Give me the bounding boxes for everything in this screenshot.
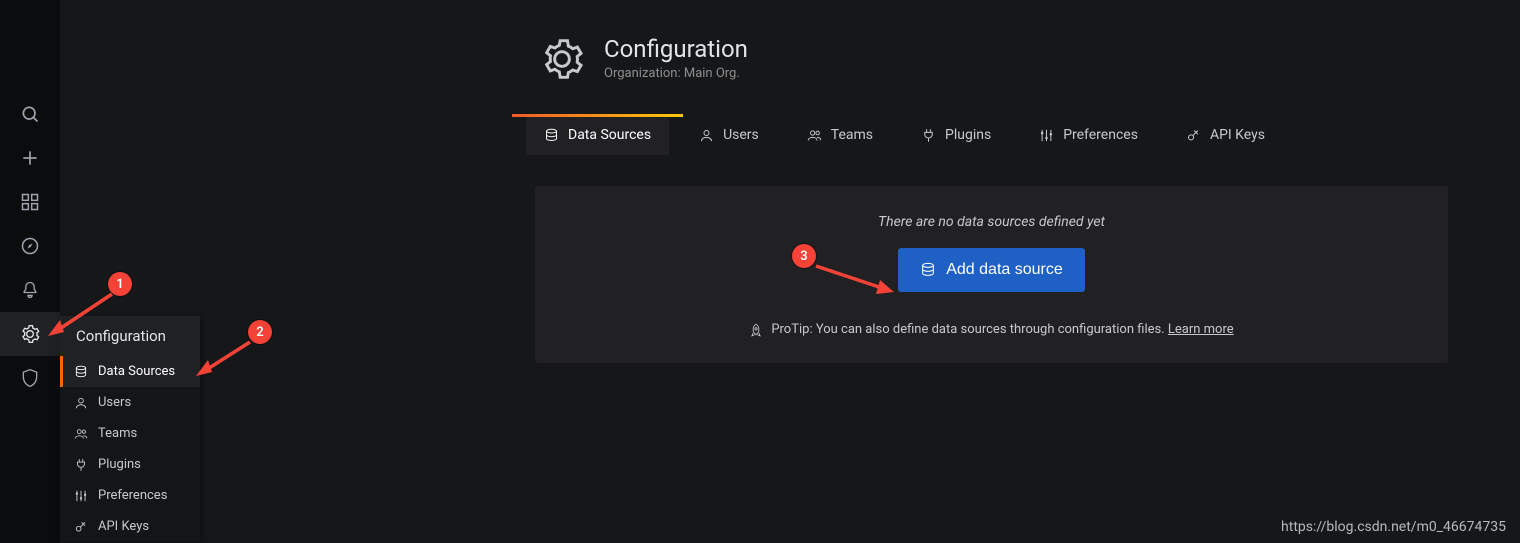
nav-search[interactable] [0,92,60,136]
tab-label: Data Sources [568,127,651,143]
data-sources-panel: There are no data sources defined yet Ad… [535,186,1448,363]
nav-rail [0,0,60,543]
empty-state-text: There are no data sources defined yet [878,214,1105,230]
flyout-item-preferences[interactable]: Preferences [60,480,200,511]
page-header: Configuration Organization: Main Org. [80,0,1520,81]
protip: ProTip: You can also define data sources… [749,322,1233,337]
flyout-item-label: Plugins [98,457,141,472]
gear-icon [540,37,584,81]
key-icon [74,520,88,534]
flyout-item-plugins[interactable]: Plugins [60,449,200,480]
nav-explore[interactable] [0,224,60,268]
user-icon [74,396,88,410]
page-subtitle: Organization: Main Org. [604,66,748,81]
annotation-callout-1: 1 [108,272,132,296]
plus-icon [20,148,40,168]
compass-icon [20,236,40,256]
protip-text: ProTip: You can also define data sources… [771,322,1168,337]
grid-icon [20,192,40,212]
gear-icon [20,324,40,344]
annotation-callout-3: 3 [792,244,816,268]
rocket-icon [749,323,763,337]
add-button-label: Add data source [946,261,1063,279]
flyout-item-label: Preferences [98,488,167,503]
flyout-item-api-keys[interactable]: API Keys [60,511,200,542]
flyout-item-label: Teams [98,426,137,441]
user-icon [699,128,714,143]
nav-server-admin[interactable] [0,356,60,400]
flyout-item-teams[interactable]: Teams [60,418,200,449]
annotation-callout-2: 2 [248,320,272,344]
flyout-item-label: API Keys [98,519,149,534]
tab-api-keys[interactable]: API Keys [1182,117,1269,155]
plug-icon [74,458,88,472]
search-icon [20,104,40,124]
tab-plugins[interactable]: Plugins [917,117,995,155]
tab-label: Teams [831,127,873,143]
shield-icon [20,368,40,388]
sliders-icon [1039,128,1054,143]
watermark: https://blog.csdn.net/m0_46674735 [1281,519,1506,535]
tab-teams[interactable]: Teams [803,117,877,155]
nav-create[interactable] [0,136,60,180]
protip-learn-more-link[interactable]: Learn more [1168,322,1234,337]
users-icon [74,427,88,441]
page-title: Configuration [604,36,748,62]
tab-label: Preferences [1063,127,1138,143]
bell-icon [20,280,40,300]
database-icon [544,128,559,143]
users-icon [807,128,822,143]
main-area: Configuration Organization: Main Org. Da… [80,0,1520,543]
config-tabs: Data Sources Users Teams Plugins Prefere… [540,117,1520,156]
flyout-item-users[interactable]: Users [60,387,200,418]
plug-icon [921,128,936,143]
add-data-source-button[interactable]: Add data source [898,248,1085,292]
nav-configuration[interactable] [0,312,60,356]
tab-label: Users [723,127,759,143]
database-icon [74,365,88,379]
flyout-header[interactable]: Configuration [60,316,200,356]
tab-data-sources[interactable]: Data Sources [526,117,669,155]
nav-alerting[interactable] [0,268,60,312]
database-icon [920,262,936,278]
grafana-logo[interactable] [14,10,46,42]
flyout-item-label: Data Sources [98,364,175,379]
tab-preferences[interactable]: Preferences [1035,117,1142,155]
key-icon [1186,128,1201,143]
tab-label: Plugins [945,127,991,143]
sliders-icon [74,489,88,503]
tab-users[interactable]: Users [695,117,763,155]
nav-dashboards[interactable] [0,180,60,224]
flyout-item-data-sources[interactable]: Data Sources [60,356,200,387]
configuration-flyout: Configuration Data Sources Users Teams P… [60,316,200,542]
flyout-item-label: Users [98,395,131,410]
tab-label: API Keys [1210,127,1265,143]
